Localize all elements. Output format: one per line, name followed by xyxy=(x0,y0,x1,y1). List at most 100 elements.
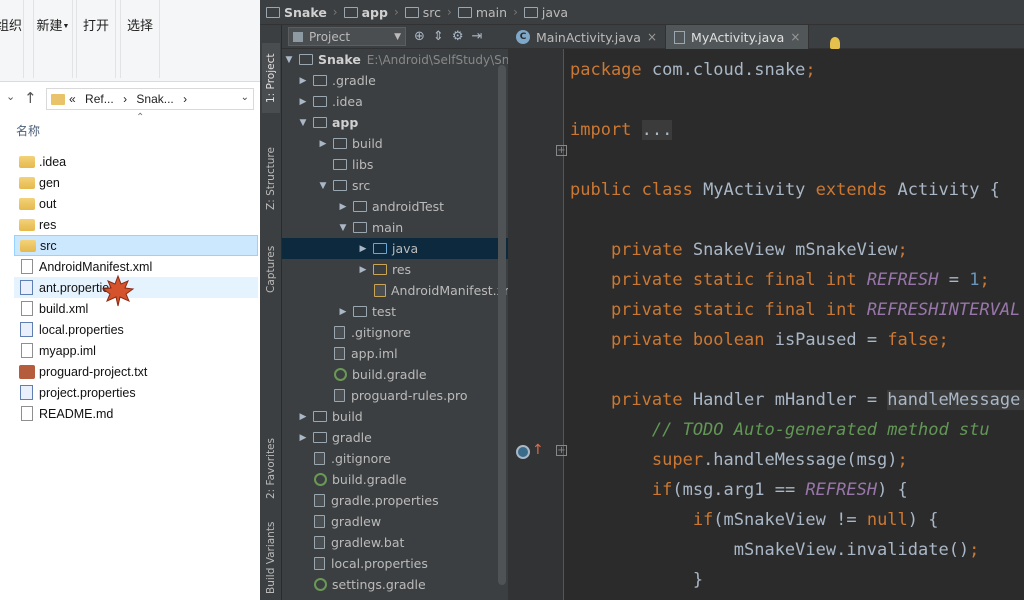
tree-item[interactable]: ▶ res xyxy=(282,259,508,280)
select-button[interactable]: 选择 xyxy=(120,0,160,78)
breadcrumb-item[interactable]: main xyxy=(457,5,507,20)
crumb-overflow[interactable]: « xyxy=(69,92,76,106)
tree-item[interactable]: ▼ src xyxy=(282,175,508,196)
expand-arrow-icon[interactable]: ▼ xyxy=(316,181,330,191)
build-variants-tool-tab[interactable]: Build Variants xyxy=(262,515,280,600)
fold-expand-icon[interactable]: + xyxy=(556,445,567,456)
chevron-down-icon[interactable]: ⌄ xyxy=(241,92,249,103)
breadcrumb-item[interactable]: java xyxy=(523,5,568,20)
breadcrumb-separator-icon: › xyxy=(447,5,452,19)
file-item[interactable]: project.properties xyxy=(14,382,258,403)
file-item[interactable]: ant.properties xyxy=(14,277,258,298)
new-button[interactable]: 新建▼ xyxy=(33,0,73,78)
fold-expand-icon[interactable]: + xyxy=(556,145,567,156)
crumb-sep[interactable]: › xyxy=(183,92,187,106)
tree-item[interactable]: ▶ build xyxy=(282,133,508,154)
file-item[interactable]: res xyxy=(14,214,258,235)
breadcrumb-item[interactable]: Snake xyxy=(266,5,327,20)
editor-tab[interactable]: MyActivity.java × xyxy=(666,25,810,49)
file-item[interactable]: src xyxy=(14,235,258,256)
tree-item[interactable]: ▶ test xyxy=(282,301,508,322)
file-item[interactable]: .idea xyxy=(14,151,258,172)
captures-tool-tab[interactable]: Captures xyxy=(262,229,280,309)
expand-arrow-icon[interactable]: ▶ xyxy=(296,412,310,422)
tree-item[interactable]: ▶ .idea xyxy=(282,91,508,112)
expand-arrow-icon[interactable]: ▶ xyxy=(296,97,310,107)
tree-item[interactable]: build.gradle xyxy=(282,364,508,385)
tree-item[interactable]: build.gradle xyxy=(282,469,508,490)
tree-item[interactable]: ▶ androidTest xyxy=(282,196,508,217)
tree-item[interactable]: libs xyxy=(282,154,508,175)
tree-item[interactable]: .gitignore xyxy=(282,322,508,343)
file-item[interactable]: local.properties xyxy=(14,319,258,340)
tree-item[interactable]: .gitignore xyxy=(282,448,508,469)
expand-arrow-icon[interactable]: ▶ xyxy=(336,202,350,212)
gear-icon[interactable]: ⚙ xyxy=(452,29,464,44)
structure-tool-tab[interactable]: Z: Structure xyxy=(262,133,280,225)
target-icon[interactable]: ⊕ xyxy=(414,29,425,44)
tree-item[interactable]: ▶ java xyxy=(282,238,508,259)
file-item[interactable]: gen xyxy=(14,172,258,193)
expand-arrow-icon[interactable]: ▶ xyxy=(296,433,310,443)
gradle-icon xyxy=(314,578,327,591)
editor-tab[interactable]: C MainActivity.java × xyxy=(508,25,667,49)
tree-item[interactable]: gradlew xyxy=(282,511,508,532)
file-icon xyxy=(334,326,345,339)
expand-arrow-icon[interactable]: ▶ xyxy=(356,265,370,275)
expand-arrow-icon[interactable]: ▶ xyxy=(356,244,370,254)
tree-item[interactable]: AndroidManifest.xml xyxy=(282,280,508,301)
breadcrumb-item[interactable]: src xyxy=(404,5,441,20)
favorites-tool-tab[interactable]: 2: Favorites xyxy=(262,433,280,505)
code-token: // TODO Auto-generated method stu xyxy=(570,420,990,440)
lightbulb-icon[interactable] xyxy=(830,37,840,49)
organize-button[interactable]: 组织 xyxy=(0,0,24,78)
tree-item[interactable]: ▶ build xyxy=(282,406,508,427)
file-item[interactable]: AndroidManifest.xml xyxy=(14,256,258,277)
code-line: super.handleMessage(msg); xyxy=(570,445,908,475)
crumb-snake[interactable]: Snak... xyxy=(136,92,173,106)
project-view-selector[interactable]: Project ▼ xyxy=(288,27,406,46)
collapse-icon[interactable]: ⇕ xyxy=(433,29,444,44)
expand-arrow-icon[interactable]: ▶ xyxy=(316,139,330,149)
tree-item[interactable]: gradlew.bat xyxy=(282,532,508,553)
select-label: 选择 xyxy=(126,18,153,33)
address-bar[interactable]: « Ref... › Snak... › ⌄ xyxy=(46,88,254,110)
file-item[interactable]: out xyxy=(14,193,258,214)
file-item[interactable]: myapp.iml xyxy=(14,340,258,361)
close-icon[interactable]: × xyxy=(790,30,800,44)
file-item[interactable]: proguard-project.txt xyxy=(14,361,258,382)
tree-item[interactable]: app.iml xyxy=(282,343,508,364)
expand-arrow-icon[interactable]: ▶ xyxy=(336,307,350,317)
tree-item[interactable]: settings.gradle xyxy=(282,574,508,595)
crumb-sep[interactable]: › xyxy=(123,92,127,106)
name-column-header[interactable]: 名称 xyxy=(16,122,40,139)
project-tool-tab[interactable]: 1: Project xyxy=(262,43,280,113)
tree-item-label: res xyxy=(392,262,412,277)
tree-item-label: local.properties xyxy=(331,556,428,571)
hide-icon[interactable]: ⇥ xyxy=(471,29,482,44)
tree-item[interactable]: ▼ main xyxy=(282,217,508,238)
close-icon[interactable]: × xyxy=(647,30,657,44)
expand-arrow-icon[interactable]: ▼ xyxy=(282,55,296,65)
tree-item[interactable]: gradle.properties xyxy=(282,490,508,511)
code-token: private static final int xyxy=(570,270,867,290)
tree-item[interactable]: ▶ .gradle xyxy=(282,70,508,91)
tree-item[interactable]: proguard-rules.pro xyxy=(282,385,508,406)
override-method-icon[interactable] xyxy=(516,445,530,459)
scrollbar[interactable] xyxy=(498,65,506,585)
file-name: local.properties xyxy=(39,322,124,337)
file-item[interactable]: README.md xyxy=(14,403,258,424)
file-item[interactable]: build.xml xyxy=(14,298,258,319)
tree-item[interactable]: ▼ app xyxy=(282,112,508,133)
expand-arrow-icon[interactable]: ▼ xyxy=(296,118,310,128)
open-button[interactable]: 打开 xyxy=(76,0,116,78)
tree-root[interactable]: ▼ Snake E:\Android\SelfStudy\Snake xyxy=(282,49,508,70)
breadcrumb-item[interactable]: app xyxy=(343,5,388,20)
expand-arrow-icon[interactable]: ▶ xyxy=(296,76,310,86)
recent-locations-icon[interactable]: ⌄ xyxy=(6,90,15,103)
expand-arrow-icon[interactable]: ▼ xyxy=(336,223,350,233)
crumb-ref[interactable]: Ref... xyxy=(85,92,114,106)
tree-item[interactable]: ▶ gradle xyxy=(282,427,508,448)
up-arrow-icon[interactable]: ↑ xyxy=(24,89,37,107)
tree-item[interactable]: local.properties xyxy=(282,553,508,574)
